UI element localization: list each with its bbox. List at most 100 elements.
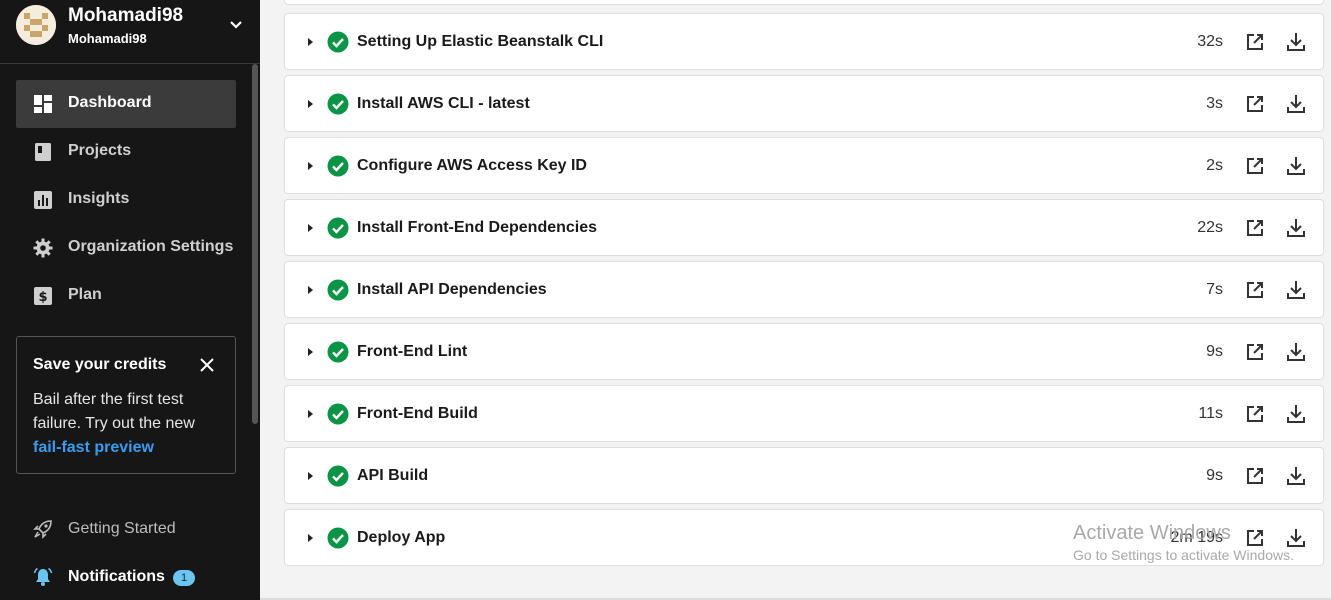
gear-icon [33, 238, 53, 258]
step-duration: 3s [1206, 95, 1223, 112]
caret-right-icon[interactable] [305, 99, 315, 109]
caret-right-icon[interactable] [305, 409, 315, 419]
open-external-icon[interactable] [1245, 218, 1265, 238]
notifications-label: Notifications [68, 568, 165, 585]
sidebar: Mohamadi98 Mohamadi98 Dashboard Projects [0, 0, 260, 600]
watermark-title: Activate Windows [1073, 522, 1231, 544]
step-duration: 9s [1206, 467, 1223, 484]
credits-text-line: failure. Try out the new [33, 415, 195, 432]
step-row[interactable]: Setting Up Elastic Beanstalk CLI 32s [284, 13, 1324, 70]
step-name: Deploy App [357, 529, 446, 546]
getting-started-label: Getting Started [68, 520, 176, 537]
download-icon[interactable] [1285, 155, 1307, 177]
caret-right-icon[interactable] [305, 533, 315, 543]
close-icon[interactable] [199, 357, 215, 373]
step-name: API Build [357, 467, 429, 484]
step-row[interactable]: Configure AWS Access Key ID 2s [284, 137, 1324, 194]
sidebar-scrollbar[interactable] [252, 64, 258, 424]
svg-text:$: $ [38, 290, 47, 305]
sidebar-item-insights[interactable]: Insights [16, 176, 236, 224]
org-subtitle: Mohamadi98 [68, 31, 147, 46]
bell-icon [33, 567, 53, 586]
download-icon[interactable] [1285, 279, 1307, 301]
step-duration: 11s [1198, 405, 1223, 422]
watermark-subtitle: Go to Settings to activate Windows. [1073, 547, 1294, 563]
success-check-icon [327, 341, 349, 363]
open-external-icon[interactable] [1245, 280, 1265, 300]
rocket-icon [33, 520, 52, 539]
step-name: Install Front-End Dependencies [357, 219, 598, 236]
step-row[interactable]: Front-End Build 11s [284, 385, 1324, 442]
open-external-icon[interactable] [1245, 94, 1265, 114]
sidebar-item-organization-settings[interactable]: Organization Settings [16, 224, 236, 272]
credits-text-line: Bail after the first test [33, 391, 184, 408]
download-icon[interactable] [1285, 465, 1307, 487]
sidebar-nav: Dashboard Projects Insights Organization… [16, 80, 236, 320]
caret-right-icon[interactable] [305, 161, 315, 171]
open-external-icon[interactable] [1245, 32, 1265, 52]
step-duration: 2s [1206, 157, 1223, 174]
open-external-icon[interactable] [1245, 404, 1265, 424]
sidebar-item-label: Plan [68, 286, 102, 303]
download-icon[interactable] [1285, 341, 1307, 363]
sidebar-item-label: Insights [68, 190, 130, 207]
activate-windows-watermark: Activate Windows Go to Settings to activ… [1073, 522, 1294, 563]
success-check-icon [327, 93, 349, 115]
download-icon[interactable] [1285, 403, 1307, 425]
step-name: Setting Up Elastic Beanstalk CLI [357, 33, 604, 50]
org-name: Mohamadi98 [68, 5, 184, 26]
save-credits-card: Save your credits Bail after the first t… [16, 336, 236, 474]
success-check-icon [327, 465, 349, 487]
caret-right-icon[interactable] [305, 37, 315, 47]
caret-right-icon[interactable] [305, 471, 315, 481]
success-check-icon [327, 527, 349, 549]
step-duration: 9s [1206, 343, 1223, 360]
step-duration: 32s [1197, 33, 1223, 50]
sidebar-item-label: Projects [68, 142, 132, 159]
credits-body: Bail after the first test failure. Try o… [33, 388, 213, 460]
download-icon[interactable] [1285, 93, 1307, 115]
step-row[interactable]: Install API Dependencies 7s [284, 261, 1324, 318]
success-check-icon [327, 217, 349, 239]
step-duration: 7s [1206, 281, 1223, 298]
job-steps-panel: Setting Up Elastic Beanstalk CLI 32s Ins… [260, 0, 1331, 600]
success-check-icon [327, 403, 349, 425]
insights-icon [34, 191, 52, 209]
sidebar-item-label: Organization Settings [68, 238, 234, 255]
chevron-down-icon[interactable] [226, 15, 246, 35]
step-name: Front-End Build [357, 405, 478, 422]
step-row[interactable]: Install Front-End Dependencies 22s [284, 199, 1324, 256]
sidebar-item-notifications[interactable]: Notifications 1 [16, 557, 246, 597]
step-row[interactable]: Front-End Lint 9s [284, 323, 1324, 380]
open-external-icon[interactable] [1245, 466, 1265, 486]
credits-title: Save your credits [33, 356, 167, 373]
sidebar-item-label: Dashboard [68, 94, 152, 111]
org-avatar [16, 5, 56, 45]
sidebar-item-plan[interactable]: $ Plan [16, 272, 236, 320]
projects-icon [35, 143, 51, 161]
sidebar-item-projects[interactable]: Projects [16, 128, 236, 176]
download-icon[interactable] [1285, 217, 1307, 239]
step-name: Configure AWS Access Key ID [357, 157, 587, 174]
org-switcher[interactable]: Mohamadi98 Mohamadi98 [0, 0, 260, 64]
step-name: Front-End Lint [357, 343, 468, 360]
caret-right-icon[interactable] [305, 347, 315, 357]
success-check-icon [327, 31, 349, 53]
sidebar-item-dashboard[interactable]: Dashboard [16, 80, 236, 128]
sidebar-item-getting-started[interactable]: Getting Started [16, 509, 246, 549]
dollar-icon: $ [34, 287, 52, 305]
caret-right-icon[interactable] [305, 223, 315, 233]
notifications-count-badge: 1 [173, 570, 195, 586]
open-external-icon[interactable] [1245, 342, 1265, 362]
step-row[interactable]: Install AWS CLI - latest 3s [284, 75, 1324, 132]
success-check-icon [327, 155, 349, 177]
download-icon[interactable] [1285, 31, 1307, 53]
step-row[interactable] [284, 0, 1324, 5]
open-external-icon[interactable] [1245, 156, 1265, 176]
fail-fast-preview-link[interactable]: fail-fast preview [33, 436, 213, 460]
step-row[interactable]: API Build 9s [284, 447, 1324, 504]
step-duration: 22s [1197, 219, 1223, 236]
success-check-icon [327, 279, 349, 301]
caret-right-icon[interactable] [305, 285, 315, 295]
dashboard-icon [34, 95, 52, 113]
